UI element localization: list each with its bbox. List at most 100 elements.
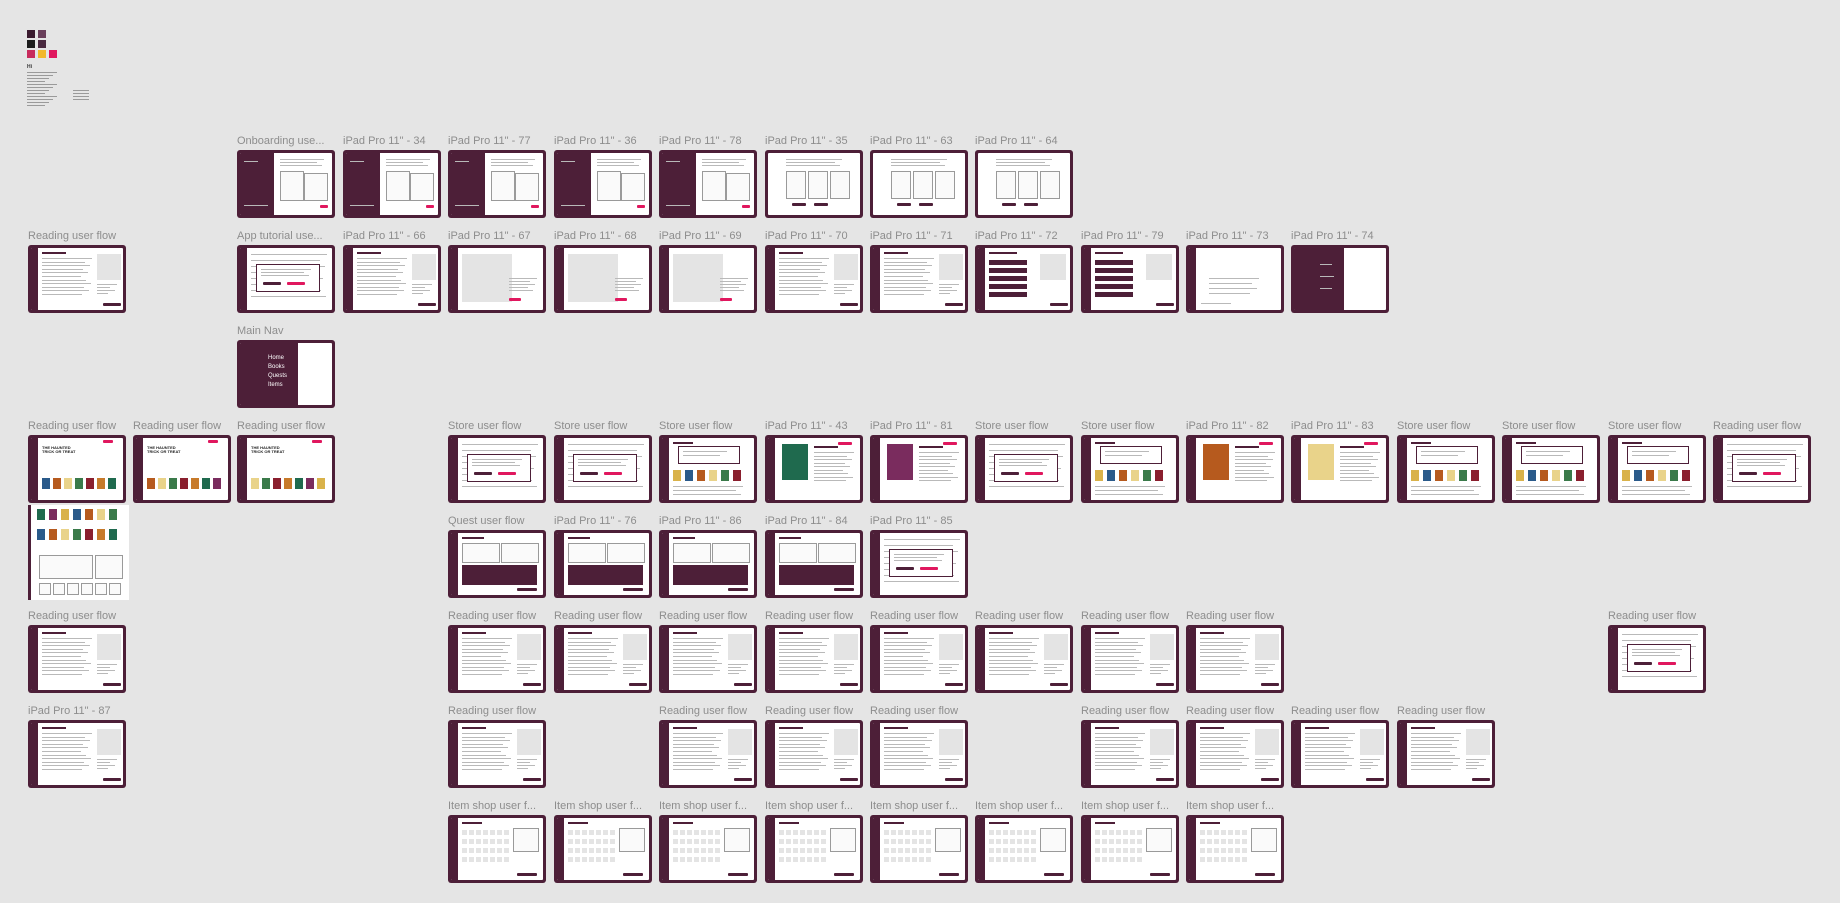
text-line [1105, 451, 1149, 452]
artboard[interactable]: App tutorial use... [237, 230, 335, 313]
nav-item-items[interactable]: Items [268, 382, 283, 388]
book-cover [53, 478, 61, 489]
artboard[interactable]: iPad Pro 11" - 85 [870, 515, 968, 598]
artboard[interactable]: Store user flow [1081, 420, 1179, 503]
artboard[interactable]: Reading user flow THE HAUNTED TRICK OR TR… [133, 420, 231, 503]
artboard[interactable]: Reading user flow [870, 705, 968, 788]
artboard[interactable]: Item shop user f... [1186, 800, 1284, 883]
artboard[interactable]: iPad Pro 11" - 64 [975, 135, 1073, 218]
shop-item-slot [919, 839, 924, 844]
artboard[interactable]: Item shop user f... [448, 800, 546, 883]
artboard[interactable]: Reading user flow THE HAUNTED TRICK OR TR… [237, 420, 335, 503]
artboard[interactable]: iPad Pro 11" - 76 [554, 515, 652, 598]
artboard-screen [873, 628, 965, 690]
artboard[interactable]: Item shop user f... [975, 800, 1073, 883]
artboard[interactable]: iPad Pro 11" - 63 [870, 135, 968, 218]
store-dialog [1627, 446, 1689, 464]
dialog-cancel-button [263, 282, 281, 285]
artboard[interactable]: iPad Pro 11" - 43 [765, 420, 863, 503]
artboard[interactable]: Main Nav Home Books Quests Items [237, 325, 335, 408]
artboard[interactable]: Reading user flow [1608, 610, 1706, 693]
artboard[interactable]: iPad Pro 11" - 35 [765, 135, 863, 218]
artboard[interactable]: iPad Pro 11" - 84 [765, 515, 863, 598]
artboard[interactable]: Reading user flow [659, 705, 757, 788]
artboard[interactable]: Reading user flow [448, 705, 546, 788]
artboard[interactable]: iPad Pro 11" - 87 [28, 705, 126, 788]
artboard[interactable]: Reading user flow [975, 610, 1073, 693]
artboard-screen [662, 533, 754, 595]
shop-item-slot [504, 848, 509, 853]
artboard[interactable]: Item shop user f... [659, 800, 757, 883]
artboard[interactable]: iPad Pro 11" - 68 [554, 230, 652, 313]
artboard[interactable]: iPad Pro 11" - 73 [1186, 230, 1284, 313]
text-line [884, 258, 934, 259]
dialog-cancel-button [474, 472, 492, 475]
artboard[interactable]: Store user flow [1502, 420, 1600, 503]
artboard[interactable]: Item shop user f... [554, 800, 652, 883]
legend-text-line [27, 75, 53, 76]
text-line [42, 258, 92, 259]
artboard[interactable]: Reading user flow [765, 705, 863, 788]
text-line [42, 279, 86, 281]
artboard[interactable]: iPad Pro 11" - 71 [870, 230, 968, 313]
artboard[interactable]: Reading user flow [659, 610, 757, 693]
artboard[interactable]: Quest user flow [448, 515, 546, 598]
store-dialog [1416, 446, 1478, 464]
artboard[interactable]: iPad Pro 11" - 79 [1081, 230, 1179, 313]
artboard[interactable]: iPad Pro 11" - 70 [765, 230, 863, 313]
artboard[interactable]: Store user flow [448, 420, 546, 503]
artboard[interactable]: Reading user flow [1186, 610, 1284, 693]
artboard[interactable]: Item shop user f... [765, 800, 863, 883]
artboard[interactable]: Reading user flow [1397, 705, 1495, 788]
artboard-frame [659, 815, 757, 883]
artboard[interactable]: iPad Pro 11" - 83 [1291, 420, 1389, 503]
buy-button [1259, 442, 1273, 445]
artboard[interactable]: Reading user flow [1713, 420, 1811, 503]
text-line [884, 272, 930, 274]
artboard[interactable]: Reading user flow [870, 610, 968, 693]
text-line [1235, 452, 1275, 453]
artboard-frame [554, 625, 652, 693]
artboard[interactable]: Reading user flow [448, 610, 546, 693]
artboard[interactable]: iPad Pro 11" - 74 [1291, 230, 1389, 313]
artboard-screen [1084, 248, 1176, 310]
artboard[interactable]: Reading user flow [1081, 610, 1179, 693]
artboard[interactable]: Store user flow [1397, 420, 1495, 503]
side-rail [662, 438, 669, 500]
artboard[interactable]: Reading user flow [1081, 705, 1179, 788]
nav-item-books[interactable]: Books [268, 364, 285, 370]
design-canvas[interactable]: Hi Onboarding use... iPad Pro 11" - 34 iPa… [0, 0, 1840, 903]
artboard[interactable]: Reading user flow [554, 610, 652, 693]
artboard[interactable]: Store user flow [1608, 420, 1706, 503]
buy-item-button [1150, 873, 1170, 876]
artboard[interactable]: Reading user flow [1291, 705, 1389, 788]
artboard[interactable]: Store user flow [554, 420, 652, 503]
artboard[interactable]: iPad Pro 11" - 81 [870, 420, 968, 503]
artboard[interactable]: Reading user flow [765, 610, 863, 693]
artboard[interactable]: iPad Pro 11" - 34 [343, 135, 441, 218]
artboard[interactable]: Reading user flow THE HAUNTED TRICK OR TR… [28, 420, 126, 503]
nav-item-quests[interactable]: Quests [268, 373, 287, 379]
artboard[interactable]: iPad Pro 11" - 86 [659, 515, 757, 598]
text-line [42, 743, 83, 745]
shop-item-slot [589, 839, 594, 844]
artboard[interactable]: Reading user flow [28, 610, 126, 693]
artboard[interactable]: iPad Pro 11" - 82 [1186, 420, 1284, 503]
artboard[interactable]: iPad Pro 11" - 67 [448, 230, 546, 313]
artboard[interactable]: iPad Pro 11" - 69 [659, 230, 757, 313]
artboard[interactable]: iPad Pro 11" - 78 [659, 135, 757, 218]
artboard[interactable]: iPad Pro 11" - 36 [554, 135, 652, 218]
chapter-title [884, 632, 908, 634]
nav-item-home[interactable]: Home [268, 355, 284, 361]
artboard[interactable]: iPad Pro 11" - 72 [975, 230, 1073, 313]
artboard[interactable]: Store user flow [659, 420, 757, 503]
artboard[interactable]: Reading user flow [28, 230, 126, 313]
artboard[interactable]: Item shop user f... [1081, 800, 1179, 883]
artboard[interactable]: Reading user flow [1186, 705, 1284, 788]
artboard[interactable]: Item shop user f... [870, 800, 968, 883]
artboard[interactable]: iPad Pro 11" - 66 [343, 230, 441, 313]
text-line [1622, 490, 1685, 491]
artboard[interactable]: iPad Pro 11" - 77 [448, 135, 546, 218]
artboard[interactable]: Onboarding use... [237, 135, 335, 218]
artboard[interactable]: Store user flow [975, 420, 1073, 503]
